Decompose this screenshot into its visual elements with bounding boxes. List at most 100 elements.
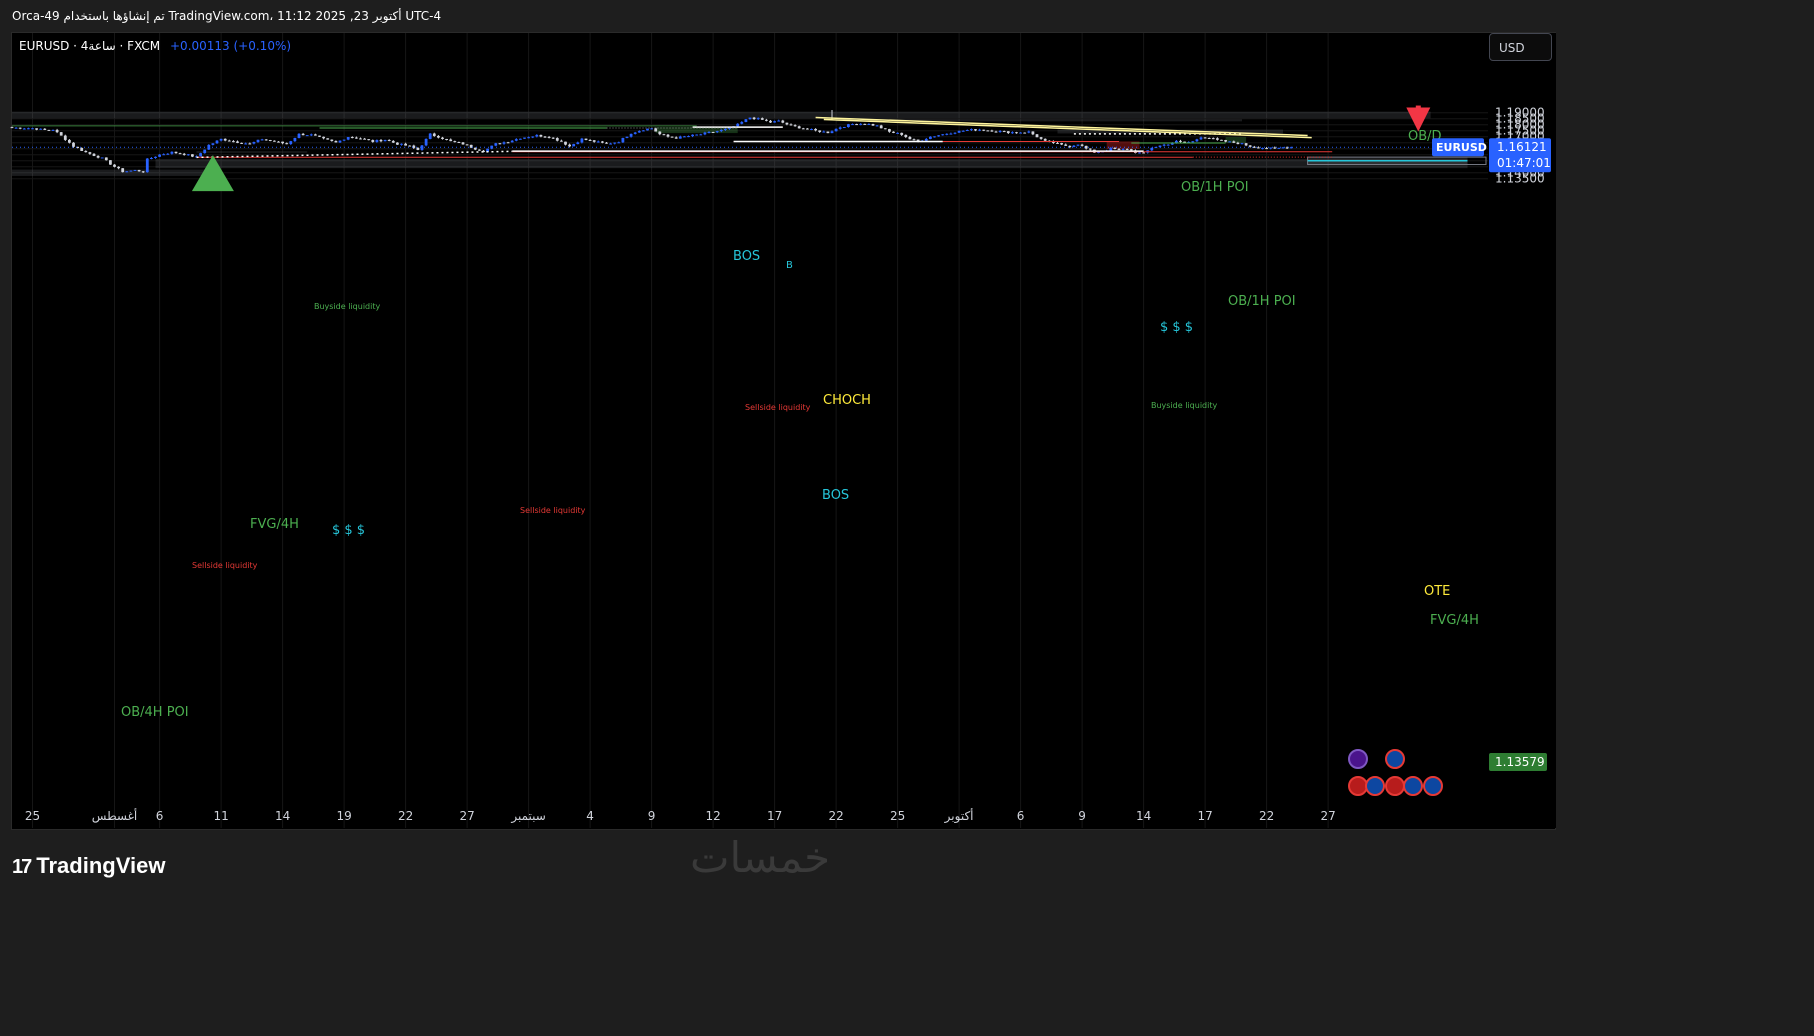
- candle-bear[interactable]: [654, 128, 658, 132]
- candle-bear[interactable]: [564, 141, 567, 145]
- candle-bear[interactable]: [1006, 131, 1010, 134]
- candle-bear[interactable]: [601, 141, 604, 143]
- candle-bull[interactable]: [576, 142, 580, 145]
- candle-bear[interactable]: [281, 141, 284, 144]
- candle-bear[interactable]: [322, 136, 325, 139]
- candle-bear[interactable]: [826, 131, 830, 134]
- candle-bear[interactable]: [387, 139, 391, 141]
- candle-bull[interactable]: [748, 117, 752, 120]
- tradingview-logo[interactable]: 17 TradingView: [12, 853, 165, 879]
- candle-bear[interactable]: [248, 143, 252, 145]
- candle-bull[interactable]: [998, 131, 1002, 133]
- candle-bull[interactable]: [875, 125, 879, 127]
- candle-bear[interactable]: [301, 133, 305, 136]
- candle-bull[interactable]: [519, 138, 522, 140]
- candle-bull[interactable]: [961, 130, 965, 132]
- candle-bull[interactable]: [580, 138, 584, 143]
- candle-bull[interactable]: [129, 170, 133, 172]
- candle-bull[interactable]: [847, 124, 850, 128]
- candle-bull[interactable]: [375, 140, 379, 142]
- candle-bull[interactable]: [642, 130, 645, 132]
- candle-bear[interactable]: [1236, 142, 1240, 145]
- candle-bull[interactable]: [822, 131, 826, 133]
- candle-bull[interactable]: [494, 143, 498, 146]
- candle-bull[interactable]: [929, 136, 932, 139]
- candle-bear[interactable]: [1203, 137, 1207, 139]
- candle-bear[interactable]: [1211, 138, 1215, 140]
- candle-bear[interactable]: [1035, 134, 1039, 138]
- candle-bear[interactable]: [121, 168, 125, 173]
- candle-bull[interactable]: [1162, 144, 1166, 146]
- candle-bear[interactable]: [1015, 132, 1018, 134]
- candle-bear[interactable]: [974, 129, 977, 131]
- candle-bear[interactable]: [789, 124, 793, 126]
- candle-bear[interactable]: [555, 138, 559, 141]
- candle-bear[interactable]: [264, 139, 268, 141]
- candle-bear[interactable]: [871, 123, 875, 126]
- candle-bear[interactable]: [801, 128, 805, 130]
- candle-bull[interactable]: [1109, 147, 1113, 151]
- candle-bear[interactable]: [793, 125, 797, 127]
- candle-bear[interactable]: [1207, 137, 1211, 139]
- candle-bear[interactable]: [551, 137, 555, 139]
- currency-button[interactable]: USD: [1489, 33, 1552, 61]
- lightning-event-icon[interactable]: [1348, 749, 1368, 769]
- candle-bear[interactable]: [1117, 149, 1121, 151]
- candle-bull[interactable]: [687, 136, 690, 138]
- candle-bear[interactable]: [1084, 145, 1088, 149]
- candle-bull[interactable]: [1199, 137, 1203, 140]
- candle-bear[interactable]: [912, 139, 916, 141]
- eu-flag-icon[interactable]: [1403, 776, 1423, 796]
- candle-bear[interactable]: [1031, 131, 1035, 135]
- candle-bull[interactable]: [596, 141, 600, 143]
- candle-bull[interactable]: [724, 128, 727, 130]
- candle-bull[interactable]: [100, 157, 104, 159]
- candle-bear[interactable]: [92, 153, 96, 156]
- candle-bear[interactable]: [658, 131, 662, 135]
- candle-bear[interactable]: [1002, 131, 1006, 133]
- candle-bear[interactable]: [240, 142, 243, 144]
- candle-bear[interactable]: [982, 129, 986, 131]
- candle-bear[interactable]: [18, 127, 22, 129]
- candle-bull[interactable]: [572, 144, 576, 147]
- candle-bull[interactable]: [523, 137, 526, 139]
- candle-bear[interactable]: [359, 138, 362, 140]
- candle-bear[interactable]: [1216, 138, 1219, 140]
- candle-bull[interactable]: [297, 133, 301, 139]
- candle-bull[interactable]: [170, 151, 174, 154]
- candle-bear[interactable]: [584, 138, 588, 140]
- candle-bull[interactable]: [502, 142, 506, 144]
- candle-bear[interactable]: [223, 138, 227, 141]
- candle-bull[interactable]: [978, 129, 981, 131]
- candle-bull[interactable]: [777, 120, 781, 122]
- candle-bull[interactable]: [646, 128, 649, 131]
- candle-bull[interactable]: [937, 135, 940, 137]
- candle-bull[interactable]: [166, 153, 170, 155]
- candle-bull[interactable]: [1281, 147, 1285, 149]
- candle-bear[interactable]: [781, 120, 785, 123]
- candle-bear[interactable]: [191, 154, 194, 157]
- candle-bull[interactable]: [810, 128, 813, 130]
- candle-bull[interactable]: [158, 154, 161, 157]
- eu-flag-icon[interactable]: [1423, 776, 1443, 796]
- candle-bull[interactable]: [252, 142, 256, 144]
- candle-bull[interactable]: [953, 132, 957, 134]
- candle-bull[interactable]: [1019, 132, 1022, 134]
- candle-bear[interactable]: [68, 139, 71, 143]
- candle-bear[interactable]: [113, 164, 116, 167]
- candle-bull[interactable]: [838, 127, 842, 129]
- candle-bear[interactable]: [404, 143, 407, 146]
- candle-bear[interactable]: [711, 131, 715, 133]
- candle-bull[interactable]: [1195, 139, 1199, 142]
- candle-bear[interactable]: [888, 129, 891, 132]
- candle-bear[interactable]: [547, 136, 551, 138]
- candle-bull[interactable]: [633, 132, 637, 134]
- candle-bear[interactable]: [863, 123, 867, 125]
- candle-bull[interactable]: [199, 153, 202, 157]
- candle-bear[interactable]: [416, 147, 420, 150]
- candle-bear[interactable]: [432, 133, 436, 136]
- candle-bear[interactable]: [473, 147, 477, 150]
- candle-bull[interactable]: [830, 131, 834, 134]
- candle-bear[interactable]: [465, 144, 469, 146]
- candle-bear[interactable]: [994, 131, 998, 133]
